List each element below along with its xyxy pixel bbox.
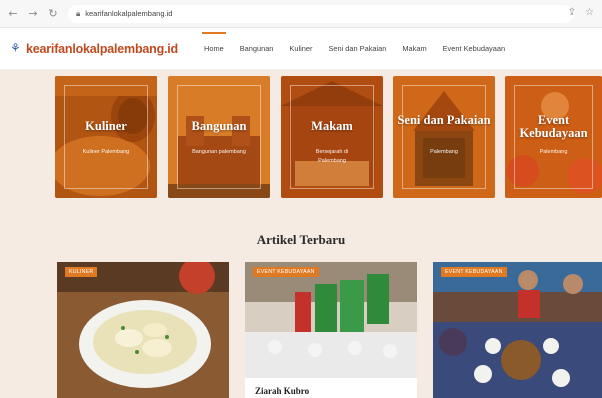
main-menu: Home Bangunan Kuliner Seni dan Pakaian M… (196, 28, 513, 70)
category-title: Event Kebudayaan (519, 113, 588, 140)
page-content: Kuliner Kuliner Palembang Bangunan Bangu… (0, 70, 602, 398)
menu-item-kuliner[interactable]: Kuliner (281, 28, 320, 70)
menu-item-makam[interactable]: Makam (394, 28, 434, 70)
article-image (57, 262, 229, 398)
category-card-bangunan[interactable]: Bangunan Bangunan palembang (168, 76, 270, 198)
category-card-makam[interactable]: Makam Bersejarah di Palembang (281, 76, 383, 198)
category-subtitle: Palembang (539, 149, 568, 155)
logo-icon: ⚘ (10, 41, 21, 55)
article-title[interactable]: Ziarah Kubro (255, 386, 309, 396)
article-card[interactable]: EVENT KEBUDAYAAN Ziarah Kubro (245, 262, 417, 398)
article-image (245, 262, 417, 378)
category-title: Bangunan (191, 119, 247, 133)
category-subtitle: Bangunan palembang (192, 149, 246, 155)
section-title: Artikel Terbaru (256, 232, 346, 247)
url-text: kearifanlokalpalembang.id (85, 9, 173, 18)
address-bar[interactable]: 🔒︎ kearifanlokalpalembang.id (68, 4, 574, 23)
share-icon[interactable]: ⇪ (568, 7, 576, 18)
browser-toolbar: ← → ↻ 🔒︎ kearifanlokalpalembang.id ⇪ ☆ (0, 0, 602, 28)
article-badge[interactable]: EVENT KEBUDAYAAN (441, 267, 507, 277)
back-icon[interactable]: ← (6, 7, 20, 21)
star-icon[interactable]: ☆ (585, 7, 594, 18)
category-card-seni-dan-pakaian[interactable]: Seni dan Pakaian Palembang (393, 76, 495, 198)
forward-icon[interactable]: → (26, 7, 40, 21)
article-badge[interactable]: KULINER (65, 267, 98, 277)
category-title: Seni dan Pakaian (397, 113, 491, 127)
site-header: ⚘ kearifanlokalpalembang.id Home Banguna… (0, 28, 602, 70)
menu-item-home[interactable]: Home (196, 28, 232, 70)
menu-item-bangunan[interactable]: Bangunan (232, 28, 282, 70)
lock-icon: 🔒︎ (76, 8, 81, 18)
category-subtitle: Kuliner Palembang (82, 149, 130, 155)
article-badge[interactable]: EVENT KEBUDAYAAN (253, 267, 319, 277)
reload-icon[interactable]: ↻ (46, 7, 60, 21)
logo-text: kearifanlokalpalembang.id (26, 41, 178, 56)
menu-item-seni-dan-pakaian[interactable]: Seni dan Pakaian (320, 28, 394, 70)
category-card-event-kebudayaan[interactable]: Event Kebudayaan Palembang (505, 76, 602, 198)
article-card[interactable]: KULINER (57, 262, 229, 398)
category-title: Kuliner (85, 119, 127, 133)
category-subtitle: Bersejarah di Palembang (315, 149, 349, 164)
site-logo[interactable]: ⚘ kearifanlokalpalembang.id (10, 42, 178, 56)
article-image (433, 262, 602, 398)
article-card[interactable]: EVENT KEBUDAYAAN (433, 262, 602, 398)
category-card-kuliner[interactable]: Kuliner Kuliner Palembang (55, 76, 157, 198)
category-title: Makam (311, 119, 353, 133)
menu-item-event-kebudayaan[interactable]: Event Kebudayaan (435, 28, 513, 70)
category-subtitle: Palembang (430, 149, 458, 155)
